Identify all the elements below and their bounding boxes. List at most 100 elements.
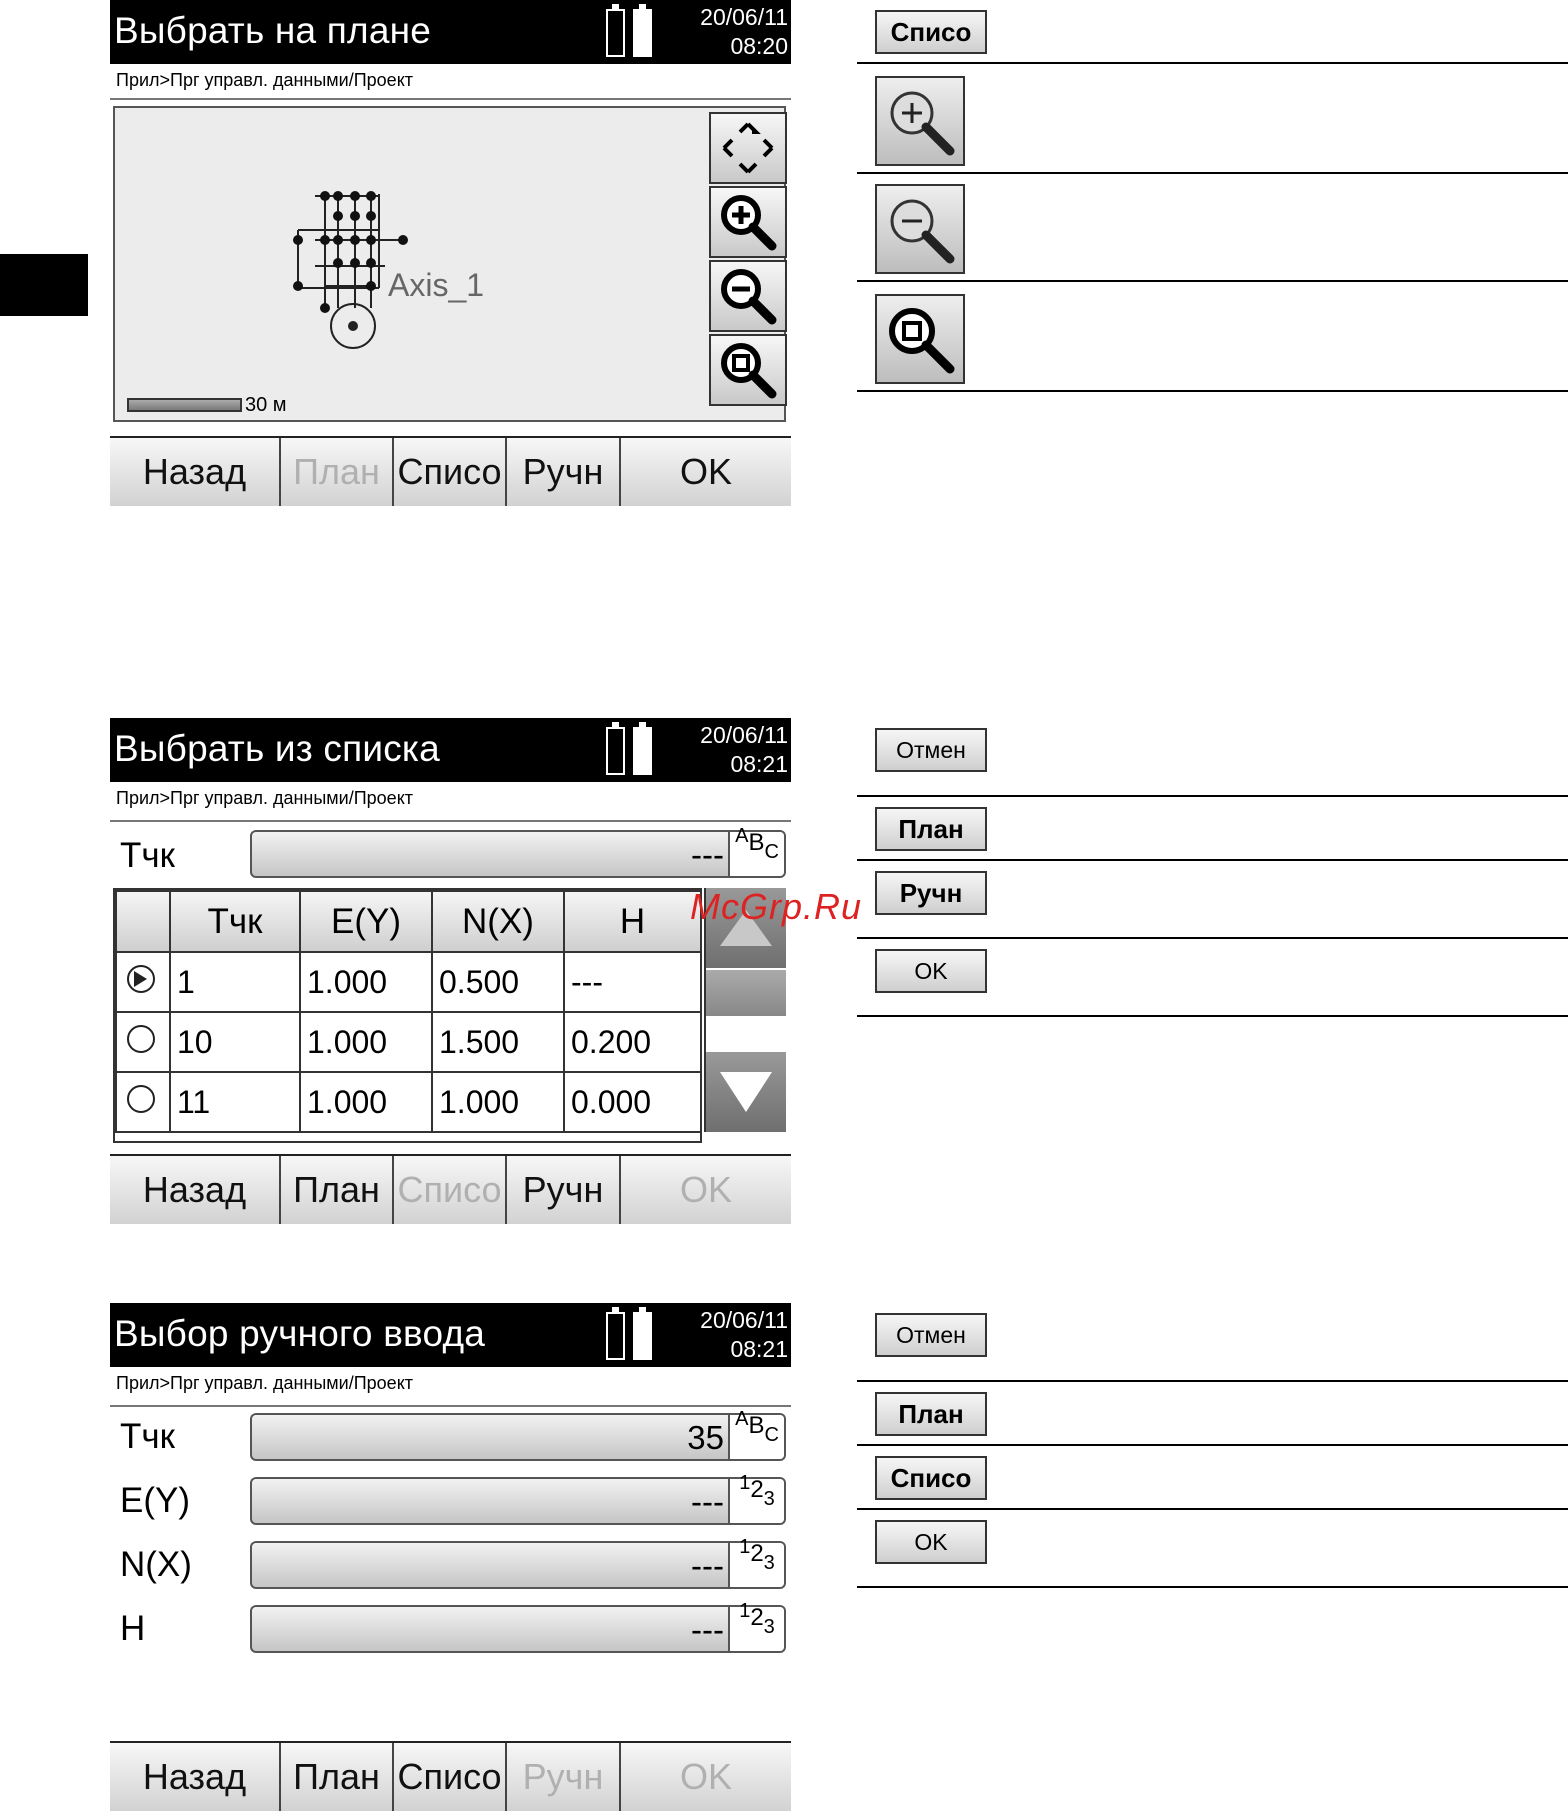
legend-row: Ручн [857,861,1568,939]
title-bar: Выбрать из списка 20/06/11 08:21 [110,718,791,782]
col-header-h[interactable]: H [563,890,702,953]
zoom-out-icon [890,199,955,264]
numeric-mode-icon[interactable]: 123 [728,1536,784,1587]
alpha-mode-icon[interactable]: ABC [728,825,784,876]
height-label: H [120,1609,146,1648]
alpha-mode-icon[interactable]: ABC [728,1408,784,1459]
legend-row: План [857,797,1568,861]
radio-selected-icon[interactable] [127,964,155,993]
softkey-bar: Назад План Списо Ручн OK [110,1741,791,1813]
point-input[interactable]: --- ABC [250,825,786,878]
legend-zoom-out-key [875,184,965,274]
points-table: Тчк E(Y) N(X) H 1 1.000 0.500 --- 10 1.0… [113,888,702,1143]
easting-label: E(Y) [120,1481,190,1520]
point-label: Тчк [120,1417,175,1456]
battery-2-icon [633,4,652,57]
manual-button[interactable]: Ручн [507,1743,621,1811]
breadcrumb: Прил>Прг управл. данными/Проект [116,788,414,808]
list-button[interactable]: Списо [394,1743,507,1811]
col-header-point[interactable]: Тчк [169,890,301,953]
plan-button[interactable]: План [281,1156,394,1224]
point-input[interactable]: 35 ABC [250,1408,786,1461]
northing-value: --- [691,1547,724,1584]
divider [110,820,791,822]
radio-empty-icon[interactable] [127,1024,155,1053]
plan-button[interactable]: План [281,1743,394,1811]
legend-row [857,282,1568,392]
ok-button[interactable]: OK [621,438,791,506]
screen-title: Выбрать из списка [114,728,440,769]
date: 20/06/11 [700,722,788,748]
easting-input[interactable]: --- 123 [250,1472,786,1525]
col-header-e[interactable]: E(Y) [299,890,433,953]
numeric-mode-icon[interactable]: 123 [728,1472,784,1523]
table-row[interactable]: 1 1.000 0.500 --- [115,951,702,1013]
table-row[interactable]: 11 1.000 1.000 0.000 [115,1071,702,1133]
breadcrumb: Прил>Прг управл. данными/Проект [116,1373,414,1393]
pan-button[interactable] [709,112,787,184]
plan-map-view[interactable]: Axis_1 30 м [113,106,787,422]
screen-select-on-plan: Выбрать на плане 20/06/11 08:20 Прил>Прг… [110,0,791,508]
col-header-select [115,890,171,953]
scroll-down-button[interactable] [706,1052,786,1132]
cell-point: 10 [169,1011,301,1073]
manual-button[interactable]: Ручн [507,438,621,506]
legend-row: Отмен [857,718,1568,797]
zoom-in-icon [890,91,955,156]
page-side-tab [0,254,88,316]
legend-row [857,64,1568,174]
legend-row: Отмен [857,1303,1568,1382]
cell-point: 11 [169,1071,301,1133]
softkey-bar: Назад План Списо Ручн OK [110,1154,791,1226]
back-button[interactable]: Назад [110,1743,281,1811]
triangle-down-icon [720,1072,772,1112]
zoom-fit-button[interactable] [709,334,787,406]
legend-plan-key: План [875,807,987,851]
row-radio[interactable] [115,951,171,1013]
softkey-bar: Назад План Списо Ручн OK [110,436,791,508]
battery-1-icon [606,4,625,57]
ok-button[interactable]: OK [621,1156,791,1224]
screen-select-from-list: Выбрать из списка 20/06/11 08:21 Прил>Пр… [110,718,791,1226]
zoom-in-button[interactable] [709,186,787,258]
row-radio[interactable] [115,1011,171,1073]
legend-row: OK [857,939,1568,1017]
plan-graphic[interactable]: Axis_1 [275,158,675,398]
table-footer-space [115,1133,700,1141]
numeric-mode-icon[interactable]: 123 [728,1600,784,1651]
table-header-row: Тчк E(Y) N(X) H [115,890,702,953]
legend-zoom-fit-key [875,294,965,384]
back-button[interactable]: Назад [110,438,281,506]
plan-button[interactable]: План [281,438,394,506]
title-bar: Выбрать на плане 20/06/11 08:20 [110,0,791,64]
cell-e: 1.000 [299,951,433,1013]
back-button[interactable]: Назад [110,1156,281,1224]
list-button[interactable]: Списо [394,438,507,506]
manual-button[interactable]: Ручн [507,1156,621,1224]
ok-button[interactable]: OK [621,1743,791,1811]
point-value: 35 [687,1419,724,1456]
height-value: --- [691,1611,724,1648]
northing-label: N(X) [120,1545,192,1584]
easting-value: --- [691,1483,724,1520]
scroll-thumb[interactable] [706,970,786,1016]
cell-e: 1.000 [299,1011,433,1073]
zoom-fit-icon [889,308,955,374]
table-row[interactable]: 10 1.000 1.500 0.200 [115,1011,702,1073]
legend-row: Списо [857,1446,1568,1510]
height-input[interactable]: --- 123 [250,1600,786,1653]
row-radio[interactable] [115,1071,171,1133]
legend-cancel-key: Отмен [875,728,987,772]
radio-empty-icon[interactable] [127,1084,155,1113]
list-button[interactable]: Списо [394,1156,507,1224]
screen-manual-entry: Выбор ручного ввода 20/06/11 08:21 Прил>… [110,1303,791,1813]
legend-ok-key: OK [875,1520,987,1564]
northing-input[interactable]: --- 123 [250,1536,786,1589]
zoom-out-button[interactable] [709,260,787,332]
cell-e: 1.000 [299,1071,433,1133]
legend-zoom-in-key [875,76,965,166]
battery-2-icon [633,722,652,775]
col-header-n[interactable]: N(X) [431,890,565,953]
time: 08:21 [730,1336,788,1362]
axis-label: Axis_1 [388,267,484,303]
